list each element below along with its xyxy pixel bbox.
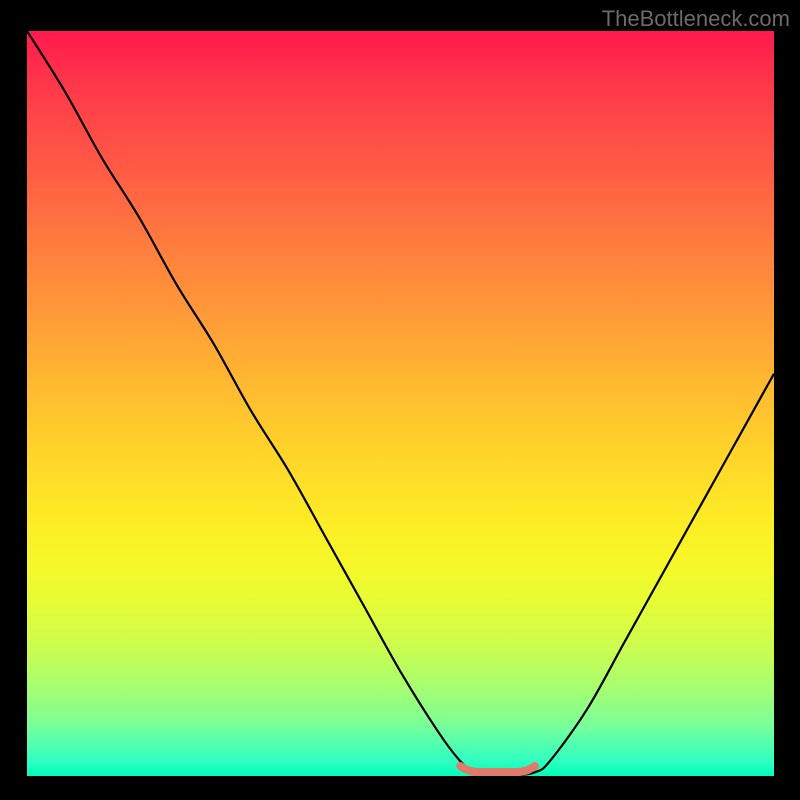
bottleneck-curve <box>27 31 774 776</box>
curve-minimum-highlight <box>460 766 535 772</box>
chart-svg <box>27 31 774 776</box>
chart-frame <box>27 31 774 776</box>
chart-plot-area <box>27 31 774 776</box>
attribution-text: TheBottleneck.com <box>602 6 790 32</box>
